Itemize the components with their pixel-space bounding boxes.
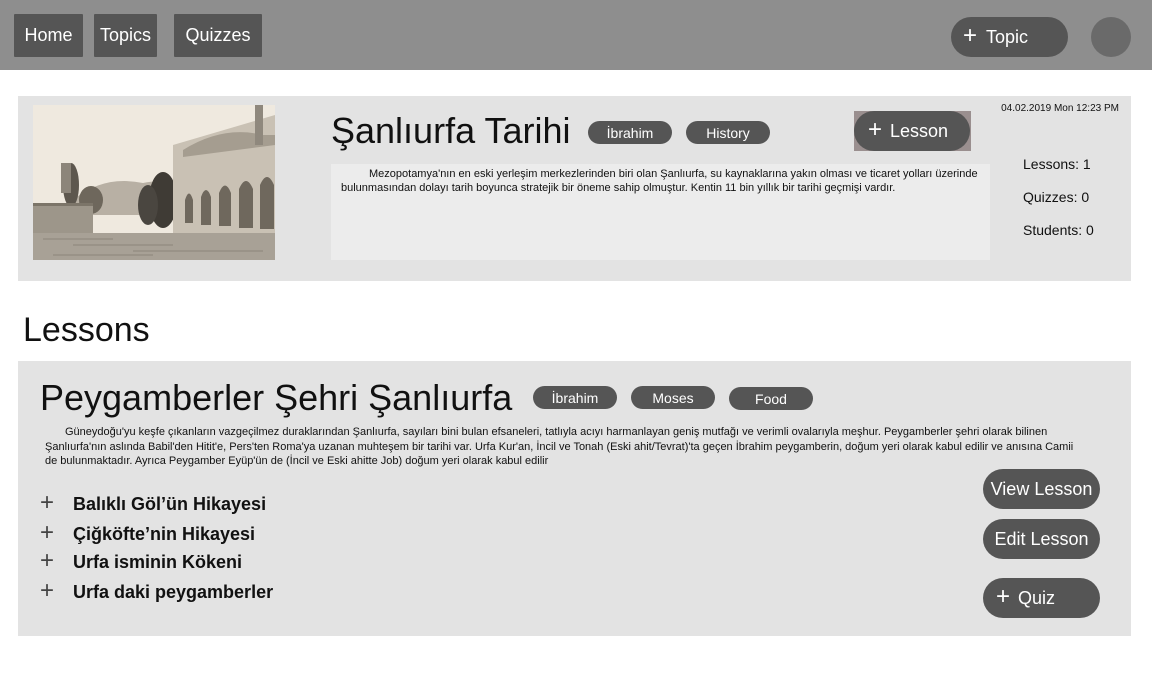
expand-plus-icon[interactable]: + [40,491,73,515]
lesson-sub-item[interactable]: + Çiğköfte’nin Hikayesi [40,521,256,545]
lesson-title: Peygamberler Şehri Şanlıurfa [40,377,513,418]
add-lesson-button-frame: + Lesson [854,111,971,151]
lesson-sub-item[interactable]: + Urfa daki peygamberler [40,579,274,603]
topic-description: Mezopotamya'nın en eski yerleşim merkezl… [331,164,990,260]
sub-item-label: Urfa daki peygamberler [73,582,274,602]
edit-lesson-button[interactable]: Edit Lesson [983,519,1100,559]
lesson-description: Güneydoğu'yu keşfe çıkanların vazgeçilme… [45,426,1074,467]
add-lesson-label: Lesson [890,120,949,141]
topic-engraving-illustration [33,105,275,260]
lesson-sub-item[interactable]: + Balıklı Göl’ün Hikayesi [40,491,267,515]
plus-icon: + [868,116,883,143]
stat-students: Students: 0 [1023,222,1094,238]
expand-plus-icon[interactable]: + [40,549,73,573]
lesson-sub-item[interactable]: + Urfa isminin Kökeni [40,549,243,573]
lesson-tag[interactable]: İbrahim [533,386,617,409]
plus-icon: + [996,583,1011,610]
lesson-tag[interactable]: Food [729,387,813,410]
topic-card: Şanlıurfa Tarihi İbrahim History + Lesso… [18,96,1131,281]
expand-plus-icon[interactable]: + [40,521,73,545]
nav-topics-button[interactable]: Topics [94,14,157,57]
topic-tag[interactable]: History [686,121,770,144]
add-quiz-label: Quiz [1018,587,1056,608]
user-avatar[interactable] [1091,17,1131,57]
add-topic-label: Topic [986,26,1029,47]
topic-datetime: 04.02.2019 Mon 12:23 PM [1001,103,1119,114]
lesson-tag[interactable]: Moses [631,386,715,409]
nav-quizzes-button[interactable]: Quizzes [174,14,262,57]
topic-image [33,105,275,260]
add-quiz-button[interactable]: + Quiz [983,578,1100,618]
plus-icon: + [963,22,978,49]
topic-tag[interactable]: İbrahim [588,121,672,144]
stat-lessons: Lessons: 1 [1023,156,1091,172]
lesson-card: Peygamberler Şehri Şanlıurfa İbrahim Mos… [18,361,1131,636]
top-navigation-bar: Home Topics Quizzes + Topic [0,0,1152,70]
add-lesson-button[interactable]: + Lesson [854,111,970,151]
view-lesson-button[interactable]: View Lesson [983,469,1100,509]
add-topic-button[interactable]: + Topic [951,17,1068,57]
nav-home-button[interactable]: Home [14,14,83,57]
sub-item-label: Çiğköfte’nin Hikayesi [73,524,256,544]
stat-quizzes: Quizzes: 0 [1023,189,1090,205]
topic-title: Şanlıurfa Tarihi [331,110,571,151]
sub-item-label: Balıklı Göl’ün Hikayesi [73,494,267,514]
expand-plus-icon[interactable]: + [40,579,73,603]
lessons-heading: Lessons [23,311,150,349]
sub-item-label: Urfa isminin Kökeni [73,552,243,572]
